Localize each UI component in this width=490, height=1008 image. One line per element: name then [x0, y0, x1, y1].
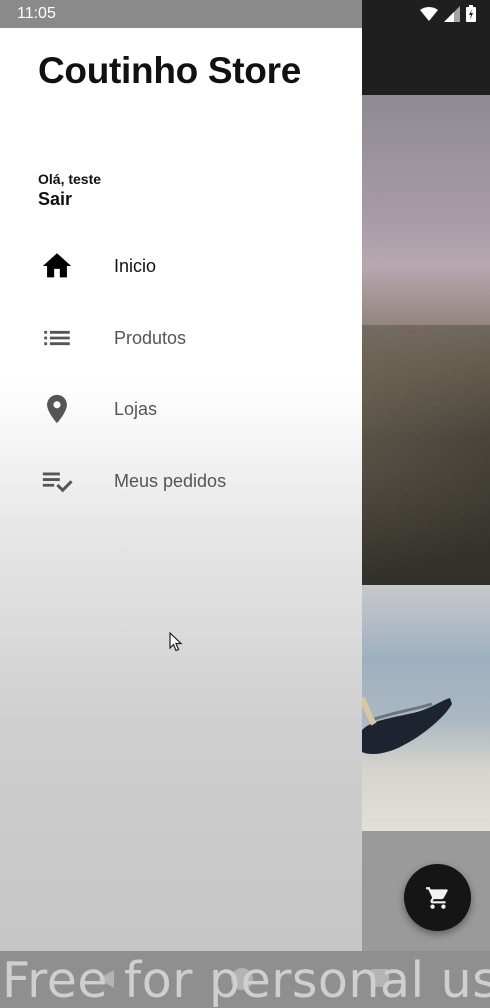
watermark-text: Free for personal use: [2, 952, 490, 1008]
status-bar: 11:05: [0, 0, 490, 28]
menu-item-label: Meus pedidos: [114, 470, 227, 491]
wifi-icon: [420, 6, 438, 21]
navigation-drawer: Coutinho Store Olá, teste Sair Inicio Pr…: [0, 28, 362, 951]
cart-button[interactable]: [404, 864, 471, 931]
store-title: Coutinho Store: [38, 50, 301, 91]
battery-icon: [466, 5, 476, 22]
shoe-image: [362, 696, 452, 754]
menu-item-meus-pedidos[interactable]: Meus pedidos: [0, 451, 362, 511]
menu-item-label: Produtos: [114, 327, 187, 348]
list-icon: [38, 319, 76, 357]
logout-link[interactable]: Sair: [38, 189, 72, 210]
user-greeting: Olá, teste: [38, 171, 102, 187]
playlist-check-icon: [38, 462, 76, 500]
menu-item-lojas[interactable]: Lojas: [0, 379, 362, 439]
menu-item-label: Inicio: [114, 255, 157, 276]
menu-item-produtos[interactable]: Produtos: [0, 308, 362, 368]
home-icon: [38, 247, 76, 285]
system-navigation-bar: Free for personal use: [0, 951, 490, 1008]
cellular-signal-icon: [444, 5, 460, 22]
menu-item-inicio[interactable]: Inicio: [0, 236, 362, 296]
status-time: 11:05: [17, 5, 56, 22]
location-pin-icon: [38, 390, 76, 428]
menu-item-label: Lojas: [114, 398, 158, 419]
mouse-cursor-icon: [169, 632, 183, 652]
cart-icon: [425, 886, 448, 909]
